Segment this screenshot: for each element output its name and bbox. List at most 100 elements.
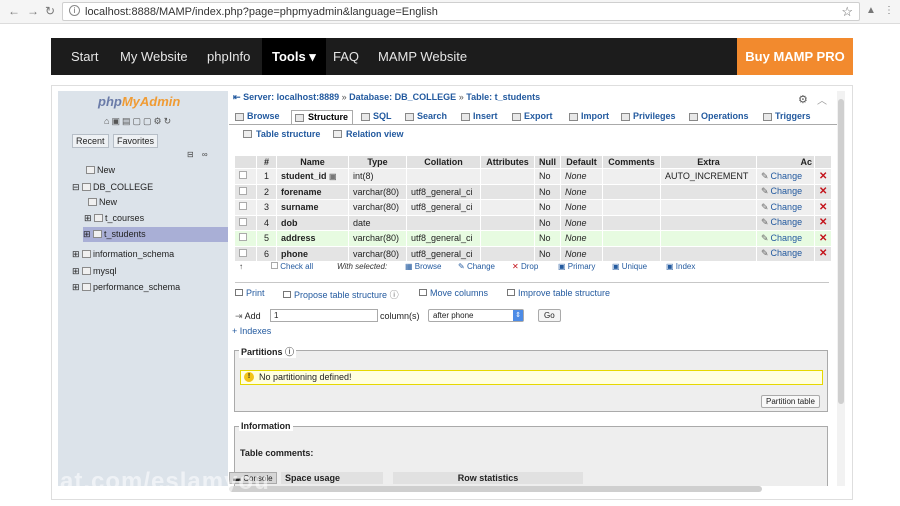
- mamp-nav-start[interactable]: Start: [61, 38, 108, 75]
- row-checkbox[interactable]: [234, 183, 257, 200]
- url-text: localhost:8888/MAMP/index.php?page=phpmy…: [85, 6, 438, 18]
- tab-operations[interactable]: Operations: [689, 110, 749, 124]
- mamp-nav-faq[interactable]: FAQ: [323, 38, 369, 75]
- row-checkbox[interactable]: [234, 199, 257, 216]
- add-count-input[interactable]: 1: [270, 309, 378, 322]
- nav-tab-recent[interactable]: Recent: [72, 134, 109, 148]
- print-icon: [235, 289, 243, 296]
- change-link[interactable]: ✎ Change: [756, 245, 815, 262]
- change-link[interactable]: ✎ Change: [756, 183, 815, 200]
- sql-icon: [361, 113, 370, 121]
- drop-icon[interactable]: ✕: [813, 168, 833, 185]
- buy-mamp-pro-button[interactable]: Buy MAMP PRO: [737, 38, 853, 75]
- propose-structure-link[interactable]: Propose table structure ⓘ: [283, 288, 399, 301]
- tree-node-performance-schema[interactable]: ⊞ performance_schema: [72, 280, 180, 295]
- tab-import[interactable]: Import: [569, 110, 609, 124]
- bulk-primary-button[interactable]: ▣ Primary: [558, 262, 595, 271]
- table-structure-icon: [243, 130, 252, 138]
- arrow-left-icon[interactable]: ⇤: [233, 92, 241, 102]
- breadcrumb-server[interactable]: Server: localhost:8889: [243, 92, 339, 102]
- mamp-nav-tools[interactable]: Tools ▾: [262, 38, 326, 75]
- drop-icon[interactable]: ✕: [813, 230, 833, 247]
- logout-icon[interactable]: ▣: [111, 116, 122, 126]
- breadcrumb-table[interactable]: Table: t_students: [466, 92, 540, 102]
- phpmyadmin-logo[interactable]: phpMyAdmin: [98, 94, 180, 109]
- forward-icon[interactable]: →: [27, 4, 39, 18]
- tab-privileges[interactable]: Privileges: [621, 110, 676, 124]
- new-icon: [86, 166, 95, 174]
- col-header-extra: Extra: [660, 155, 757, 169]
- collapse-all-icon[interactable]: ⊟ ∞: [187, 150, 211, 159]
- tab-insert[interactable]: Insert: [461, 110, 498, 124]
- collapse-icon[interactable]: ︿: [817, 92, 827, 107]
- address-bar[interactable]: i localhost:8888/MAMP/index.php?page=php…: [62, 2, 860, 21]
- tree-node-t-courses[interactable]: ⊞ t_courses: [84, 211, 144, 226]
- check-all-checkbox[interactable]: Check all: [271, 262, 313, 271]
- subtab-relation-view[interactable]: Relation view: [333, 129, 404, 139]
- reload-icon[interactable]: ↻: [45, 4, 55, 18]
- bulk-drop-button[interactable]: ✕ Drop: [512, 262, 538, 271]
- nav-tab-favorites[interactable]: Favorites: [113, 134, 159, 148]
- mamp-nav-mamp-website[interactable]: MAMP Website: [368, 38, 477, 75]
- tree-node-db-college[interactable]: ⊟ DB_COLLEGE: [72, 180, 153, 195]
- bulk-browse-button[interactable]: ▦ Browse: [405, 262, 441, 271]
- vertical-scrollbar[interactable]: [837, 91, 845, 486]
- tab-search[interactable]: Search: [405, 110, 447, 124]
- reload-nav-icon[interactable]: ↻: [164, 116, 174, 126]
- indexes-link[interactable]: + Indexes: [232, 326, 271, 336]
- menu-icon[interactable]: ⋮: [884, 5, 894, 16]
- change-link[interactable]: ✎ Change: [756, 214, 815, 231]
- tab-export[interactable]: Export: [512, 110, 553, 124]
- improve-structure-link[interactable]: Improve table structure: [507, 288, 610, 298]
- row-checkbox[interactable]: [234, 230, 257, 247]
- change-link[interactable]: ✎ Change: [756, 199, 815, 216]
- bulk-unique-button[interactable]: ▣ Unique: [612, 262, 647, 271]
- improve-icon: [507, 289, 515, 296]
- no-partition-notice: ! No partitioning defined!: [240, 370, 823, 385]
- back-icon[interactable]: ←: [8, 4, 20, 18]
- main-content: ⇤ Server: localhost:8889 » Database: DB_…: [229, 91, 837, 486]
- table-header-row: # Name Type Collation Attributes Null De…: [234, 155, 833, 169]
- drop-icon[interactable]: ✕: [813, 199, 833, 216]
- row-checkbox[interactable]: [234, 168, 257, 185]
- tree-node-new[interactable]: New: [86, 163, 115, 178]
- tab-triggers[interactable]: Triggers: [763, 110, 811, 124]
- tree-node-new-table[interactable]: New: [88, 195, 117, 210]
- tree-node-t-students[interactable]: ⊞ t_students: [83, 227, 228, 242]
- move-columns-link[interactable]: Move columns: [419, 288, 488, 298]
- scrollbar-thumb[interactable]: [838, 99, 844, 404]
- gear-icon[interactable]: ⚙: [798, 93, 808, 106]
- breadcrumb-database[interactable]: Database: DB_COLLEGE: [349, 92, 456, 102]
- drop-icon[interactable]: ✕: [813, 245, 833, 262]
- tree-node-information-schema[interactable]: ⊞ information_schema: [72, 247, 174, 262]
- print-link[interactable]: Print: [235, 288, 265, 298]
- docs-icon[interactable]: ▢: [132, 116, 143, 126]
- info-icon[interactable]: i: [69, 5, 80, 16]
- mamp-nav-phpinfo[interactable]: phpInfo: [197, 38, 260, 75]
- bookmark-star-icon[interactable]: ☆: [841, 4, 853, 20]
- mamp-nav-my-website[interactable]: My Website: [110, 38, 198, 75]
- change-link[interactable]: ✎ Change: [756, 168, 815, 185]
- bulk-index-button[interactable]: ▣ Index: [666, 262, 695, 271]
- partition-table-button[interactable]: Partition table: [761, 395, 820, 408]
- table-row: 4 dob date No None ✎ Change ✕: [234, 214, 833, 231]
- drop-icon[interactable]: ✕: [813, 214, 833, 231]
- tab-structure[interactable]: Structure: [291, 110, 354, 124]
- settings-icon[interactable]: ⚙: [154, 116, 164, 126]
- docs2-icon[interactable]: ▢: [143, 116, 154, 126]
- go-button[interactable]: Go: [538, 309, 561, 322]
- tree-node-mysql[interactable]: ⊞ mysql: [72, 264, 117, 279]
- tab-sql[interactable]: SQL: [361, 110, 392, 124]
- position-select[interactable]: after phone ⇕: [428, 309, 524, 322]
- row-checkbox[interactable]: [234, 245, 257, 262]
- bulk-change-button[interactable]: ✎ Change: [458, 262, 495, 271]
- extension-icon[interactable]: ▲: [866, 5, 876, 16]
- drop-icon[interactable]: ✕: [813, 183, 833, 200]
- subtab-table-structure[interactable]: Table structure: [243, 129, 320, 139]
- row-checkbox[interactable]: [234, 214, 257, 231]
- tab-browse[interactable]: Browse: [235, 110, 280, 124]
- sql-query-icon[interactable]: ▤: [122, 116, 133, 126]
- horizontal-scrollbar[interactable]: [229, 486, 762, 492]
- col-header-attributes: Attributes: [480, 155, 535, 169]
- change-link[interactable]: ✎ Change: [756, 230, 815, 247]
